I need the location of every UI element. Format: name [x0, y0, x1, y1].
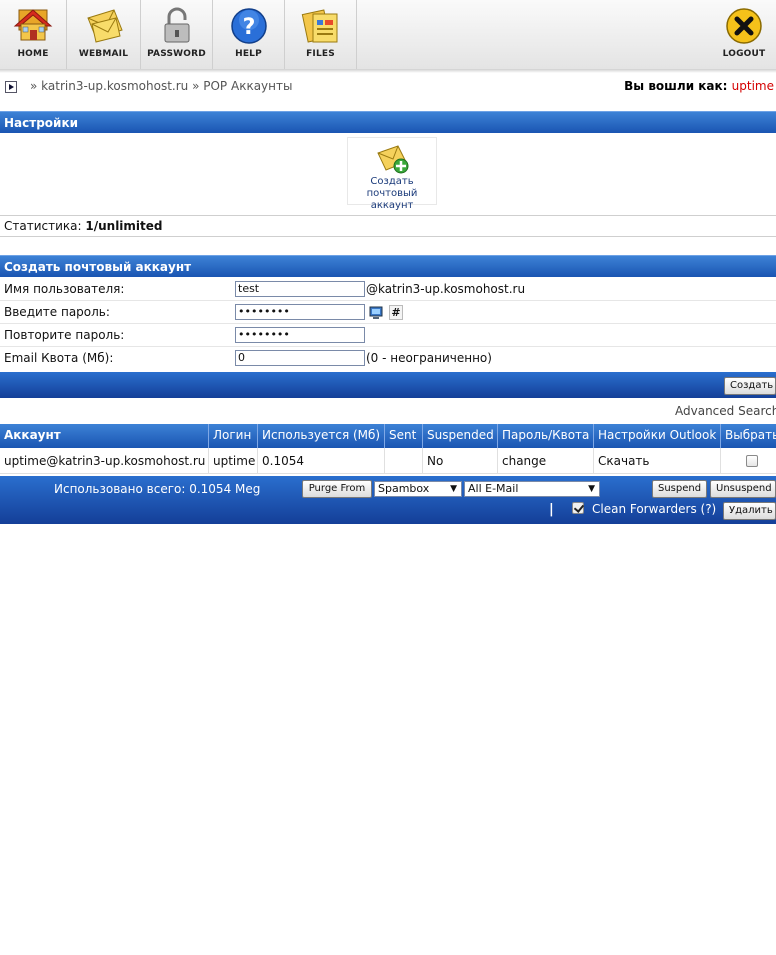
- table-row: uptime@katrin3-up.kosmohost.ru uptime 0.…: [0, 448, 776, 474]
- column-sent[interactable]: Sent: [385, 424, 423, 448]
- username-row: Имя пользователя: test @katrin3-up.kosmo…: [0, 278, 776, 301]
- close-icon: [726, 8, 762, 44]
- create-account-header: Создать почтовый аккаунт: [0, 255, 776, 277]
- statistics-label: Статистика:: [4, 219, 82, 233]
- advanced-search-link[interactable]: Advanced Search: [675, 404, 776, 418]
- column-login[interactable]: Логин: [209, 424, 258, 448]
- domain-suffix: @katrin3-up.kosmohost.ru: [366, 282, 526, 296]
- account-sent: [385, 448, 423, 474]
- purge-target-select[interactable]: All E-Mail ▼: [464, 481, 600, 497]
- breadcrumb-separator: »: [192, 79, 200, 93]
- files-icon: [301, 9, 337, 43]
- nav-logout[interactable]: LOGOUT: [712, 0, 776, 70]
- breadcrumb-path: » katrin3-up.kosmohost.ru » POP Аккаунты: [30, 79, 292, 93]
- divider: [0, 236, 776, 237]
- column-password-quota: Пароль/Квота: [498, 424, 594, 448]
- account-suspended: No: [423, 448, 498, 474]
- statistics-value: 1/unlimited: [85, 219, 163, 233]
- footer-divider: |: [549, 502, 554, 517]
- nav-webmail[interactable]: WEBMAIL: [67, 0, 141, 70]
- row-select-checkbox[interactable]: [746, 455, 758, 467]
- statistics: Статистика: 1/unlimited: [4, 219, 163, 233]
- nav-files[interactable]: FILES: [285, 0, 357, 70]
- chevron-down-icon: ▼: [588, 484, 595, 494]
- purge-from-button[interactable]: Purge From: [302, 480, 372, 498]
- column-account[interactable]: Аккаунт: [0, 424, 209, 448]
- svg-text:?: ?: [242, 15, 255, 40]
- nav-files-label: FILES: [306, 49, 335, 59]
- confirm-password-input[interactable]: ••••••••: [235, 327, 365, 343]
- column-used[interactable]: Используется (Мб): [258, 424, 385, 448]
- total-used: Использовано всего: 0.1054 Meg: [54, 482, 261, 496]
- password-label: Введите пароль:: [4, 305, 110, 319]
- confirm-password-label: Повторите пароль:: [4, 328, 125, 342]
- quota-input[interactable]: 0: [235, 350, 365, 366]
- divider: [0, 215, 776, 216]
- chevron-down-icon: ▼: [450, 484, 457, 494]
- purge-folder-select[interactable]: Spambox ▼: [374, 481, 462, 497]
- padlock-icon: [164, 7, 189, 43]
- settings-header: Настройки: [0, 111, 776, 133]
- username-input[interactable]: test: [235, 281, 365, 297]
- account-email: uptime@katrin3-up.kosmohost.ru: [0, 448, 209, 474]
- password-row: Введите пароль: •••••••• #: [0, 301, 776, 324]
- quota-hint: (0 - неограниченно): [366, 351, 492, 365]
- account-login: uptime: [209, 448, 258, 474]
- column-select: Выбрать: [721, 424, 776, 448]
- row-select-cell: [721, 448, 776, 474]
- quota-label: Email Квота (Мб):: [4, 351, 114, 365]
- purge-folder-value: Spambox: [378, 482, 430, 495]
- download-outlook-link[interactable]: Скачать: [594, 448, 721, 474]
- create-mail-account-label: Создать почтовый аккаунт: [366, 176, 418, 211]
- home-icon: [13, 9, 53, 41]
- confirm-password-row: Повторите пароль: ••••••••: [0, 324, 776, 347]
- generate-password-button[interactable]: #: [389, 305, 403, 320]
- delete-button[interactable]: Удалить: [723, 502, 776, 520]
- account-used: 0.1054: [258, 448, 385, 474]
- nav-logout-label: LOGOUT: [722, 49, 766, 59]
- nav-password[interactable]: PASSWORD: [141, 0, 213, 70]
- breadcrumb-separator: »: [30, 79, 38, 93]
- nav-help-label: HELP: [235, 49, 262, 59]
- accounts-table-header: Аккаунт Логин Используется (Мб) Sent Sus…: [0, 424, 776, 448]
- logged-in-label: Вы вошли как:: [624, 79, 728, 93]
- create-button[interactable]: Создать: [724, 377, 776, 395]
- column-outlook: Настройки Outlook: [594, 424, 721, 448]
- logged-in-user: uptime: [731, 79, 774, 93]
- top-navigation: HOME WEBMAIL PASSWORD ? HELP FILES LOGOU…: [0, 0, 776, 73]
- column-suspended[interactable]: Suspended: [423, 424, 498, 448]
- create-form-footer: [0, 372, 776, 398]
- nav-help[interactable]: ? HELP: [213, 0, 285, 70]
- clean-forwarders-label[interactable]: Clean Forwarders (?): [592, 502, 716, 516]
- create-mail-account-shortcut[interactable]: Создать почтовый аккаунт: [347, 137, 437, 211]
- password-input[interactable]: ••••••••: [235, 304, 365, 320]
- envelope-icon: [86, 9, 123, 43]
- nav-webmail-label: WEBMAIL: [78, 49, 129, 59]
- change-password-link[interactable]: change: [498, 448, 594, 474]
- purge-target-value: All E-Mail: [468, 482, 519, 495]
- clean-forwarders-checkbox[interactable]: [572, 502, 584, 514]
- nav-home-label: HOME: [17, 49, 49, 59]
- unsuspend-button[interactable]: Unsuspend: [710, 480, 776, 498]
- breadcrumb-page: POP Аккаунты: [203, 79, 293, 93]
- breadcrumb-domain-link[interactable]: katrin3-up.kosmohost.ru: [41, 79, 188, 93]
- nav-home[interactable]: HOME: [0, 0, 67, 70]
- logged-in-as: Вы вошли как: uptime: [624, 79, 774, 93]
- new-mail-icon: [377, 145, 409, 174]
- nav-password-label: PASSWORD: [147, 49, 206, 59]
- username-label: Имя пользователя:: [4, 282, 125, 296]
- breadcrumb: » katrin3-up.kosmohost.ru » POP Аккаунты…: [0, 76, 776, 98]
- quota-row: Email Квота (Мб): 0 (0 - неограниченно): [0, 347, 776, 370]
- help-icon: ?: [230, 8, 267, 44]
- monitor-icon[interactable]: [369, 306, 383, 320]
- suspend-button[interactable]: Suspend: [652, 480, 707, 498]
- expand-icon[interactable]: [5, 81, 17, 93]
